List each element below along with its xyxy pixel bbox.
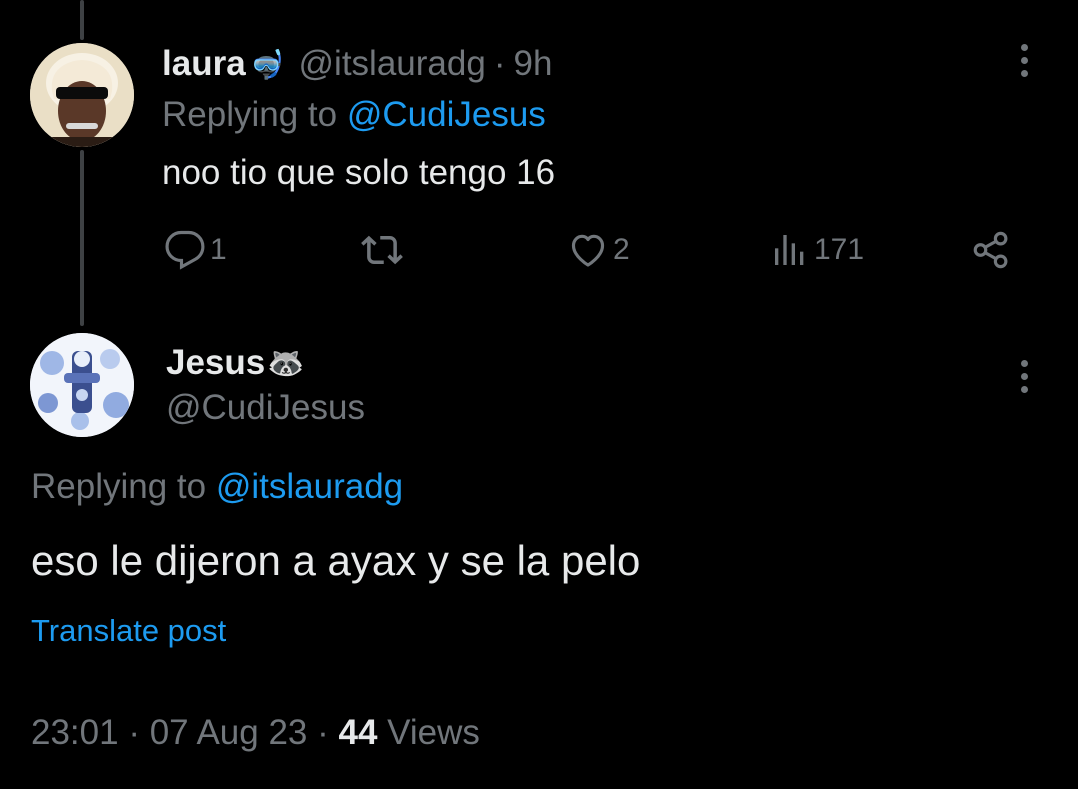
post-header: laura 🤿 @itslauradg · 9h: [162, 40, 552, 88]
avatar[interactable]: [30, 333, 134, 437]
display-name-row: Jesus 🦝: [166, 343, 305, 383]
replying-to: Replying to @CudiJesus: [162, 95, 546, 135]
replying-to-link[interactable]: @CudiJesus: [347, 95, 546, 134]
like-count: 2: [613, 233, 630, 266]
display-name[interactable]: Jesus: [166, 343, 265, 383]
views-button[interactable]: 171: [770, 225, 864, 275]
post-meta: 23:01 · 07 Aug 23 · 44 Views: [31, 713, 480, 753]
replying-prefix: Replying to: [31, 467, 207, 506]
views-icon: [775, 235, 804, 265]
separator: ·: [128, 713, 140, 752]
post-text: eso le dijeron a ayax y se la pelo: [31, 537, 641, 584]
reply-button[interactable]: 1: [164, 225, 227, 275]
handle[interactable]: @itslauradg: [299, 44, 486, 84]
like-button[interactable]: 2: [567, 225, 630, 275]
name-emoji: 🤿: [249, 48, 285, 80]
post-date[interactable]: 07 Aug 23: [150, 713, 308, 752]
replying-prefix: Replying to: [162, 95, 338, 134]
handle[interactable]: @CudiJesus: [166, 388, 365, 428]
post-time[interactable]: 23:01: [31, 713, 119, 752]
repost-button[interactable]: [360, 225, 408, 275]
reply-count: 1: [210, 233, 227, 266]
thread-line: [80, 0, 84, 40]
avatar[interactable]: [30, 43, 134, 147]
name-emoji: 🦝: [267, 346, 305, 380]
repost-icon: [361, 235, 403, 265]
like-icon: [571, 234, 605, 267]
replying-to: Replying to @itslauradg: [31, 467, 403, 507]
share-icon: [973, 231, 1008, 269]
views-count: 44: [338, 713, 378, 752]
avatar-image: [30, 333, 134, 437]
replying-to-link[interactable]: @itslauradg: [216, 467, 403, 506]
display-name[interactable]: laura: [162, 44, 246, 84]
more-icon[interactable]: [1009, 354, 1039, 398]
timestamp[interactable]: 9h: [513, 44, 552, 84]
separator: ·: [493, 44, 506, 83]
thread-line: [80, 150, 84, 326]
share-button[interactable]: [970, 225, 1012, 275]
views-label: Views: [387, 713, 480, 752]
reply-icon: [165, 230, 205, 270]
separator: ·: [317, 713, 329, 752]
more-icon[interactable]: [1009, 38, 1039, 82]
views-count: 171: [814, 233, 865, 266]
tweet-thread: laura 🤿 @itslauradg · 9h Replying to @Cu…: [0, 0, 1078, 789]
translate-post-link[interactable]: Translate post: [31, 613, 226, 649]
post-text: noo tio que solo tengo 16: [162, 153, 556, 192]
avatar-image: [30, 43, 134, 147]
